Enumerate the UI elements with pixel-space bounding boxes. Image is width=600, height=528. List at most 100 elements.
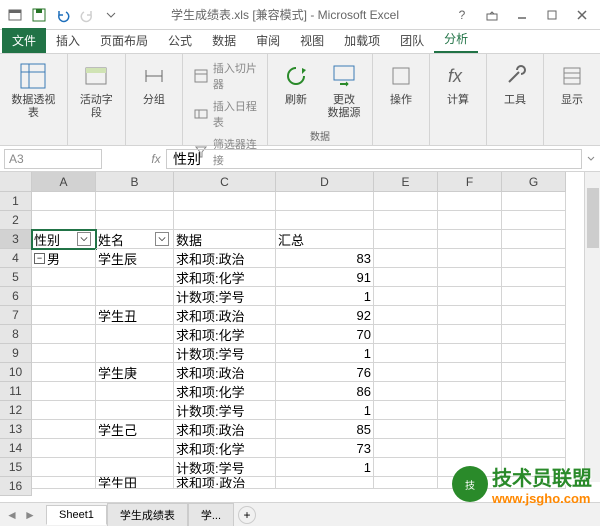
row-header-5[interactable]: 5 <box>0 268 32 287</box>
save-icon[interactable] <box>28 4 50 26</box>
cell[interactable] <box>32 306 96 325</box>
cell[interactable] <box>438 268 502 287</box>
maximize-icon[interactable] <box>538 5 566 25</box>
cell[interactable] <box>438 363 502 382</box>
cell[interactable] <box>374 268 438 287</box>
cell[interactable] <box>174 211 276 230</box>
cell[interactable] <box>374 287 438 306</box>
pivot-data-cell[interactable]: 求和项:化学 <box>174 382 276 401</box>
pivot-header-data[interactable]: 数据 <box>174 230 276 249</box>
row-header-15[interactable]: 15 <box>0 458 32 477</box>
pivottable-button[interactable]: 数据透视表 <box>6 58 61 122</box>
cell[interactable] <box>374 382 438 401</box>
pivot-value-cell[interactable]: 1 <box>276 344 374 363</box>
qat-btn-1[interactable] <box>4 4 26 26</box>
col-header-G[interactable]: G <box>502 172 566 192</box>
pivot-header-name[interactable]: 姓名 <box>96 230 174 249</box>
tab-formulas[interactable]: 公式 <box>158 28 202 53</box>
minimize-icon[interactable] <box>508 5 536 25</box>
pivot-data-cell[interactable]: 求和项:化学 <box>174 325 276 344</box>
row-header-12[interactable]: 12 <box>0 401 32 420</box>
cell[interactable] <box>96 211 174 230</box>
filter-gender-icon[interactable] <box>77 232 91 246</box>
filter-name-icon[interactable] <box>155 232 169 246</box>
pivot-data-cell[interactable]: 计数项:学号 <box>174 458 276 477</box>
pivot-data-cell[interactable]: 求和项:化学 <box>174 268 276 287</box>
pivot-value-cell[interactable]: 76 <box>276 363 374 382</box>
tab-pagelayout[interactable]: 页面布局 <box>90 28 158 53</box>
pivot-value-cell[interactable]: 83 <box>276 249 374 268</box>
cell[interactable] <box>374 192 438 211</box>
fx-icon[interactable]: fx <box>146 152 166 166</box>
formula-input[interactable]: 性别 <box>166 149 582 169</box>
pivot-data-cell[interactable]: 求和项:政治 <box>174 420 276 439</box>
pivot-data-cell[interactable]: 求和项·政治 <box>174 477 276 489</box>
tab-analyze[interactable]: 分析 <box>434 26 478 53</box>
cell[interactable] <box>32 192 96 211</box>
cell[interactable] <box>502 477 566 489</box>
col-header-D[interactable]: D <box>276 172 374 192</box>
pivot-name-cell[interactable] <box>96 401 174 420</box>
pivot-header-gender[interactable]: 性别 <box>32 230 96 249</box>
col-header-C[interactable]: C <box>174 172 276 192</box>
cell[interactable] <box>374 458 438 477</box>
cell[interactable] <box>502 401 566 420</box>
sheet-tab-3[interactable]: 学... <box>188 503 234 526</box>
pivot-data-cell[interactable]: 求和项:政治 <box>174 306 276 325</box>
tab-addins[interactable]: 加载项 <box>334 28 390 53</box>
pivot-data-cell[interactable]: 计数项:学号 <box>174 344 276 363</box>
pivot-value-cell[interactable]: 1 <box>276 401 374 420</box>
pivot-name-cell[interactable] <box>96 458 174 477</box>
cell[interactable] <box>502 420 566 439</box>
pivot-value-cell[interactable]: 70 <box>276 325 374 344</box>
pivot-value-cell[interactable]: 73 <box>276 439 374 458</box>
cell[interactable] <box>374 325 438 344</box>
cell[interactable] <box>438 230 502 249</box>
pivot-value-cell[interactable]: 91 <box>276 268 374 287</box>
row-header-6[interactable]: 6 <box>0 287 32 306</box>
pivot-name-cell[interactable] <box>96 439 174 458</box>
timeline-button[interactable]: 插入日程表 <box>189 96 261 132</box>
scrollbar-thumb[interactable] <box>587 188 599 248</box>
formula-expand-icon[interactable] <box>582 154 600 164</box>
pivot-data-cell[interactable]: 计数项:学号 <box>174 287 276 306</box>
close-icon[interactable] <box>568 5 596 25</box>
cell[interactable] <box>374 249 438 268</box>
cell[interactable] <box>502 306 566 325</box>
cell[interactable] <box>374 477 438 489</box>
cell[interactable] <box>438 344 502 363</box>
calc-button[interactable]: fx 计算 <box>436 58 480 109</box>
col-header-E[interactable]: E <box>374 172 438 192</box>
pivot-data-cell[interactable]: 求和项:化学 <box>174 439 276 458</box>
show-button[interactable]: 显示 <box>550 58 594 109</box>
changesrc-button[interactable]: 更改 数据源 <box>322 58 366 122</box>
cell[interactable] <box>32 363 96 382</box>
cell[interactable] <box>438 477 502 489</box>
sheet-add-icon[interactable]: + <box>238 506 256 524</box>
cell[interactable] <box>276 211 374 230</box>
pivot-name-cell[interactable] <box>96 287 174 306</box>
cell[interactable] <box>502 382 566 401</box>
cell[interactable] <box>502 287 566 306</box>
cell[interactable] <box>438 401 502 420</box>
row-header-11[interactable]: 11 <box>0 382 32 401</box>
cell[interactable] <box>438 192 502 211</box>
cell[interactable] <box>502 268 566 287</box>
ribbon-options-icon[interactable] <box>478 5 506 25</box>
cell[interactable] <box>374 306 438 325</box>
cell[interactable] <box>374 420 438 439</box>
cell[interactable] <box>32 211 96 230</box>
pivot-value-cell[interactable]: 92 <box>276 306 374 325</box>
pivot-value-cell[interactable]: 1 <box>276 287 374 306</box>
actions-button[interactable]: 操作 <box>379 58 423 109</box>
cell[interactable] <box>438 439 502 458</box>
row-header-9[interactable]: 9 <box>0 344 32 363</box>
cell[interactable] <box>438 249 502 268</box>
row-header-3[interactable]: 3 <box>0 230 32 249</box>
col-header-F[interactable]: F <box>438 172 502 192</box>
pivot-gender-cell[interactable]: −男 <box>32 249 96 268</box>
tab-team[interactable]: 团队 <box>390 28 434 53</box>
cell[interactable] <box>32 344 96 363</box>
cell[interactable] <box>374 363 438 382</box>
refresh-button[interactable]: 刷新 <box>274 58 318 109</box>
